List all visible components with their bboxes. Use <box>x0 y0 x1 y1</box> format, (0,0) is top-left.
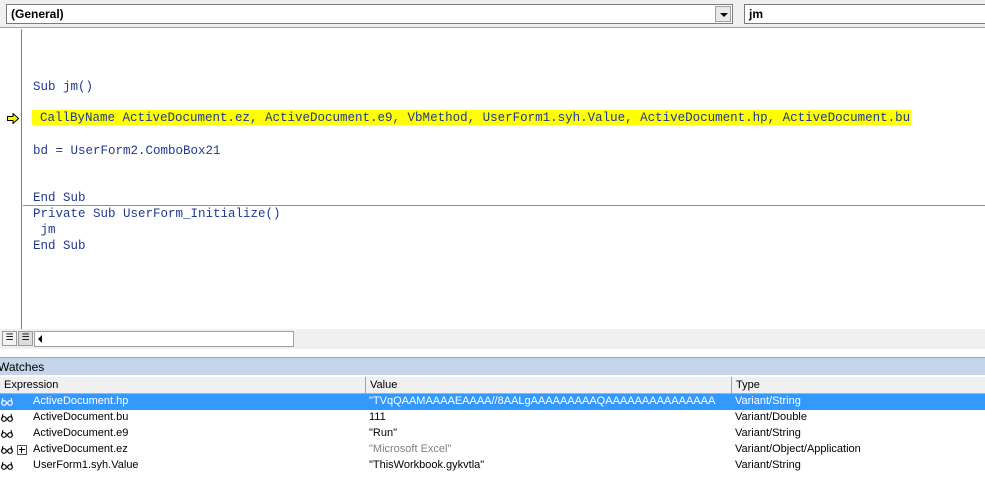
full-module-view-button[interactable]: ☰ <box>18 331 33 346</box>
code-line-current[interactable]: CallByName ActiveDocument.ez, ActiveDocu… <box>32 110 912 125</box>
watches-title: Watches <box>0 360 45 374</box>
procedure-combo-value: jm <box>749 7 764 21</box>
column-expression[interactable]: Expression <box>4 379 58 391</box>
code-editor[interactable]: Sub jm() CallByName ActiveDocument.ez, A… <box>0 29 985 329</box>
column-divider[interactable] <box>731 377 732 394</box>
object-combo-value: (General) <box>11 7 64 21</box>
code-line-end-sub[interactable]: End Sub <box>33 191 86 205</box>
watch-row[interactable]: ActiveDocument.e9 "Run" Variant/String <box>0 426 985 442</box>
watch-expression: ActiveDocument.ez <box>33 443 128 455</box>
column-value[interactable]: Value <box>370 379 397 391</box>
watches-title-bar[interactable]: Watches <box>0 357 985 375</box>
watch-value[interactable]: "ThisWorkbook.gykvtla" <box>369 459 730 471</box>
procedure-separator <box>23 205 985 206</box>
watch-value[interactable]: 111 <box>369 411 730 423</box>
watch-type: Variant/String <box>735 395 801 407</box>
watch-glasses-icon <box>1 397 13 407</box>
watches-header: Expression Value Type <box>0 377 985 394</box>
code-window-toolbar: (General) jm <box>0 0 985 28</box>
horizontal-scrollbar[interactable] <box>34 331 294 347</box>
procedure-view-button[interactable]: ☰ <box>2 331 17 346</box>
current-statement: CallByName ActiveDocument.ez, ActiveDocu… <box>32 110 912 125</box>
watch-value[interactable]: "Run" <box>369 427 730 439</box>
watch-expression: ActiveDocument.bu <box>33 411 129 423</box>
code-line-call-jm[interactable]: jm <box>33 223 56 237</box>
code-line-end-sub-2[interactable]: End Sub <box>33 239 86 253</box>
object-combo[interactable]: (General) <box>6 4 733 24</box>
splitter[interactable] <box>0 349 985 357</box>
watch-expression: UserForm1.syh.Value <box>33 459 139 471</box>
column-type[interactable]: Type <box>736 379 760 391</box>
expand-plus-icon[interactable] <box>17 445 27 455</box>
watch-glasses-icon <box>1 445 13 455</box>
execution-arrow-icon <box>7 113 19 124</box>
watch-type: Variant/Double <box>735 411 807 423</box>
scroll-left-icon[interactable] <box>38 335 42 343</box>
code-window-footer: ☰ ☰ <box>0 329 985 349</box>
chevron-down-icon[interactable] <box>715 6 731 22</box>
code-line-sub-decl[interactable]: Sub jm() <box>33 80 93 94</box>
watch-type: Variant/String <box>735 427 801 439</box>
watch-value[interactable]: "Microsoft Excel" <box>369 443 730 455</box>
watch-row[interactable]: ActiveDocument.bu 111 Variant/Double <box>0 410 985 426</box>
margin-indicator-bar[interactable] <box>0 29 22 329</box>
watch-glasses-icon <box>1 461 13 471</box>
code-line-private-sub[interactable]: Private Sub UserForm_Initialize() <box>33 207 281 221</box>
watch-type: Variant/Object/Application <box>735 443 861 455</box>
watch-expression: ActiveDocument.hp <box>33 395 129 407</box>
procedure-combo[interactable]: jm <box>744 4 985 24</box>
watch-row[interactable]: ActiveDocument.ez "Microsoft Excel" Varian… <box>0 442 985 458</box>
watch-value[interactable]: "TVqQAAMAAAAEAAAA//8AALgAAAAAAAAAQAAAAAA… <box>369 395 730 407</box>
code-line-bd[interactable]: bd = UserForm2.ComboBox21 <box>33 144 221 158</box>
watch-type: Variant/String <box>735 459 801 471</box>
column-divider[interactable] <box>365 377 366 394</box>
watch-expression: ActiveDocument.e9 <box>33 427 129 439</box>
watch-glasses-icon <box>1 413 13 423</box>
watch-glasses-icon <box>1 429 13 439</box>
watch-row[interactable]: ActiveDocument.hp "TVqQAAMAAAAEAAAA//8AAL… <box>0 394 985 410</box>
watch-row[interactable]: UserForm1.syh.Value "ThisWorkbook.gykvtla… <box>0 458 985 474</box>
